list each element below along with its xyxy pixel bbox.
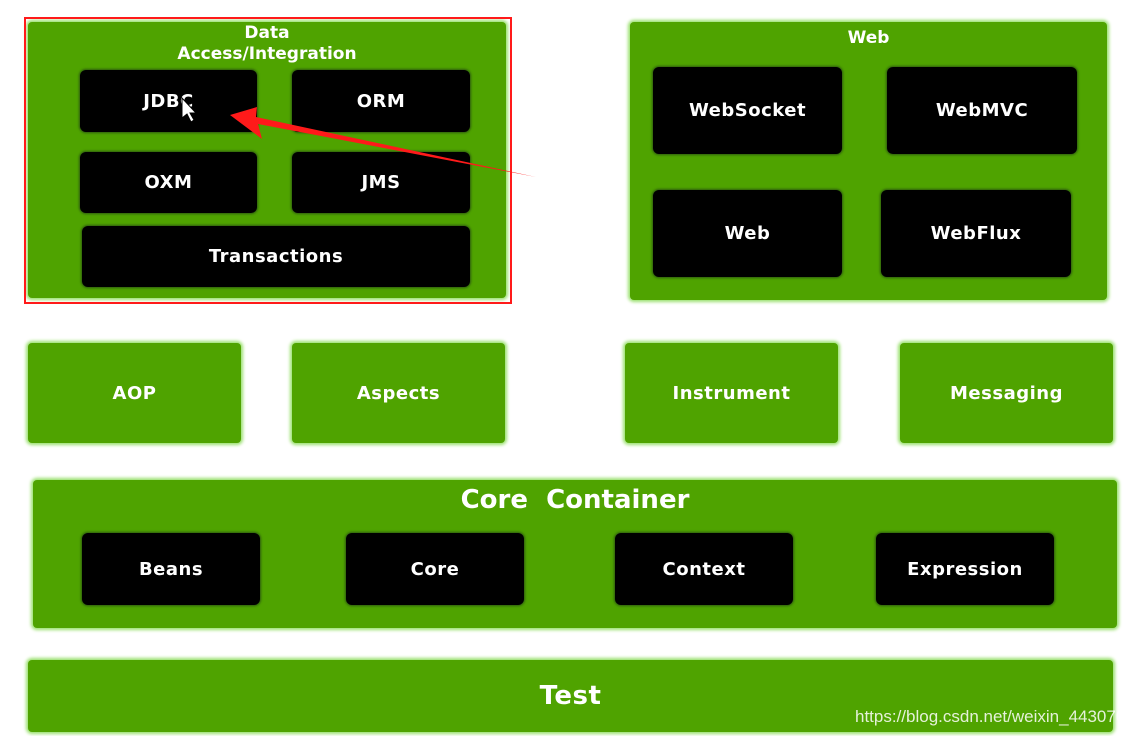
watermark: https://blog.csdn.net/weixin_44307065 [855,707,1136,726]
mouse-cursor-icon [181,96,198,123]
annotation-arrow [181,96,536,177]
red-arrow-icon [230,107,536,177]
